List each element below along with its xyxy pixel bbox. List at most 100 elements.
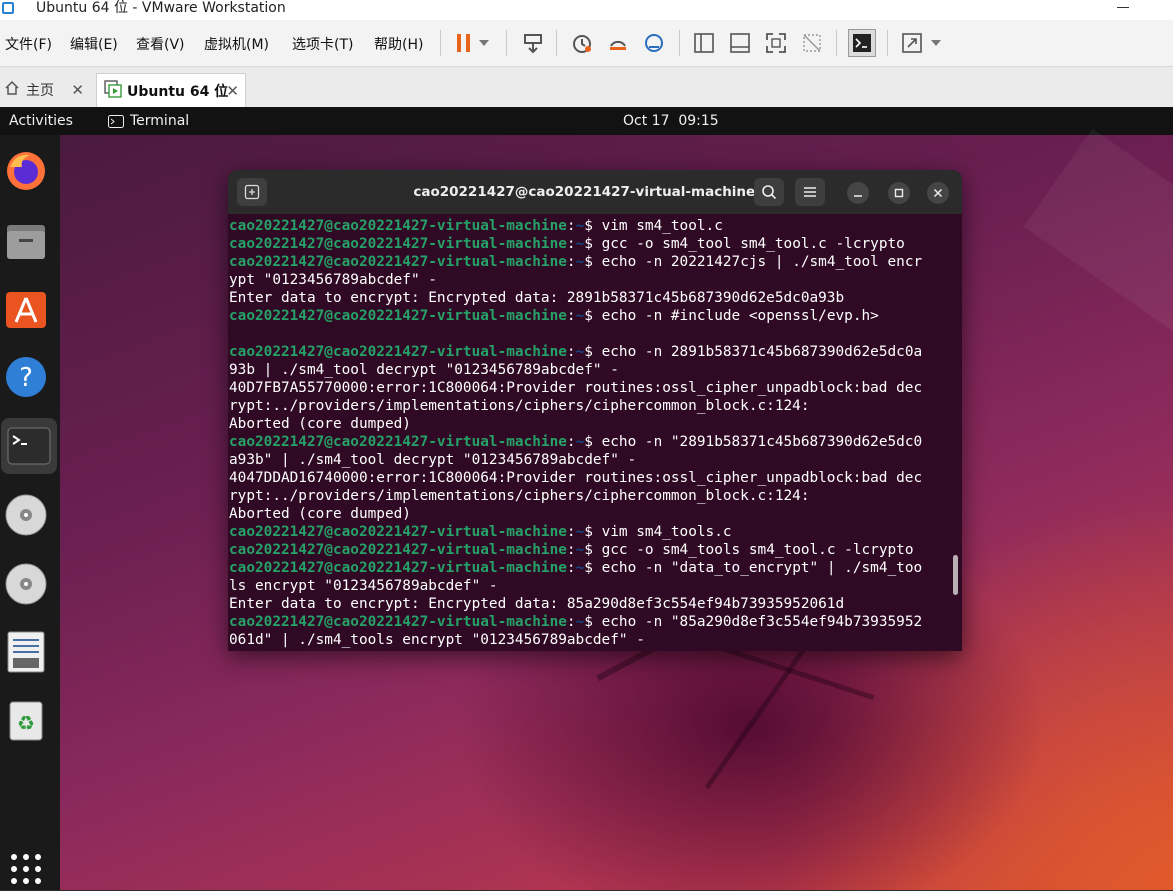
prompt-separator: : (566, 344, 576, 360)
stretch-icon[interactable] (899, 30, 925, 56)
prompt-dollar: $ (584, 434, 593, 450)
prompt-dollar: $ (584, 560, 593, 576)
terminal-prompt-line: cao20221427@cao20221427-virtual-machine:… (229, 343, 949, 361)
prompt-dollar: $ (584, 254, 593, 270)
send-keys-icon[interactable] (520, 30, 546, 56)
terminal-headerbar[interactable]: cao20221427@cao20221427-virtual-machine:… (228, 170, 962, 214)
terminal-icon[interactable] (1, 418, 57, 474)
menu-file[interactable]: 文件(F) (5, 34, 52, 54)
apps-grid-icon[interactable] (4, 847, 48, 891)
minimize-icon[interactable] (1117, 7, 1129, 8)
activities-button[interactable]: Activities (9, 113, 73, 129)
toolbar-divider (679, 30, 680, 56)
prompt-path: ~ (575, 542, 585, 558)
close-button[interactable] (927, 182, 949, 204)
terminal-prompt-line: cao20221427@cao20221427-virtual-machine:… (229, 253, 949, 271)
text-editor-icon[interactable] (4, 630, 48, 674)
prompt-separator: : (566, 308, 576, 324)
ubuntu-dock: ? ♻ (0, 135, 60, 890)
disc-icon[interactable] (4, 562, 48, 606)
minimize-icon (854, 195, 862, 197)
terminal-output[interactable]: cao20221427@cao20221427-virtual-machine:… (229, 217, 949, 649)
terminal-window[interactable]: cao20221427@cao20221427-virtual-machine:… (228, 170, 962, 651)
command-text: gcc -o sm4_tools sm4_tool.c -lcrypto (592, 542, 914, 558)
snapshot-manager-icon[interactable] (641, 30, 667, 56)
terminal-output-line: ls encrypt "0123456789abcdef" - (229, 578, 498, 594)
menu-button[interactable] (795, 178, 825, 206)
dropdown-icon[interactable] (476, 30, 492, 56)
thumbnail-icon[interactable] (727, 30, 753, 56)
terminal-output-line: a93b" | ./sm4_tool decrypt "0123456789ab… (229, 452, 637, 468)
prompt-separator: : (566, 236, 576, 252)
prompt-dollar: $ (584, 344, 593, 360)
unity-icon[interactable] (799, 30, 825, 56)
svg-text:♻: ♻ (17, 711, 35, 735)
firefox-icon[interactable] (4, 149, 48, 193)
clock[interactable]: Oct 17 09:15 (623, 113, 719, 129)
command-text: echo -n 20221427cjs | ./sm4_tool encr (592, 254, 923, 270)
prompt-user-host: cao20221427@cao20221427-virtual-machine (229, 344, 567, 360)
terminal-output-line: rypt:../providers/implementations/cipher… (229, 488, 810, 504)
prompt-dollar: $ (584, 218, 593, 234)
menu-vm[interactable]: 虚拟机(M) (204, 34, 269, 54)
dropdown-icon[interactable] (928, 30, 944, 56)
fullscreen-icon[interactable] (763, 30, 789, 56)
vmware-logo-icon (2, 2, 14, 14)
terminal-app-icon (108, 115, 124, 132)
prompt-path: ~ (575, 254, 585, 270)
prompt-dollar: $ (584, 614, 593, 630)
app-center-icon[interactable] (4, 286, 48, 330)
svg-text:?: ? (19, 363, 33, 393)
terminal-output-line: rypt:../providers/implementations/cipher… (229, 398, 810, 414)
menu-view[interactable]: 查看(V) (136, 34, 185, 54)
menu-help[interactable]: 帮助(H) (374, 34, 423, 54)
terminal-prompt-line: cao20221427@cao20221427-virtual-machine:… (229, 433, 949, 451)
command-text: echo -n 2891b58371c45b687390d62e5dc0a (592, 344, 923, 360)
prompt-dollar: $ (584, 542, 593, 558)
console-icon[interactable] (848, 29, 876, 57)
toolbar-divider (506, 30, 507, 56)
minimize-button[interactable] (847, 182, 869, 204)
search-button[interactable] (754, 178, 784, 206)
pause-icon[interactable] (451, 30, 477, 56)
close-icon (933, 188, 943, 198)
command-text: gcc -o sm4_tool sm4_tool.c -lcrypto (592, 236, 905, 252)
terminal-output-line: Aborted (core dumped) (229, 416, 411, 432)
toolbar-divider (556, 30, 557, 56)
prompt-separator: : (566, 524, 576, 540)
menu-edit[interactable]: 编辑(E) (70, 34, 118, 54)
terminal-output-line: 40D7FB7A55770000:error:1C800064:Provider… (229, 380, 923, 396)
menu-tabs[interactable]: 选项卡(T) (292, 34, 353, 54)
prompt-path: ~ (575, 236, 585, 252)
maximize-button[interactable] (888, 182, 910, 204)
prompt-separator: : (566, 434, 576, 450)
prompt-separator: : (566, 542, 576, 558)
snapshot-icon[interactable] (569, 30, 595, 56)
app-menu-label[interactable]: Terminal (130, 113, 189, 129)
trash-icon[interactable]: ♻ (4, 698, 48, 742)
terminal-scrollbar[interactable] (953, 555, 958, 595)
revert-snapshot-icon[interactable] (605, 30, 631, 56)
prompt-path: ~ (575, 560, 585, 576)
prompt-separator: : (566, 614, 576, 630)
terminal-prompt-line: cao20221427@cao20221427-virtual-machine:… (229, 307, 949, 325)
disc-icon[interactable] (4, 493, 48, 537)
prompt-path: ~ (575, 434, 585, 450)
terminal-prompt-line: cao20221427@cao20221427-virtual-machine:… (229, 613, 949, 631)
close-icon[interactable]: ✕ (226, 82, 239, 100)
terminal-output-line: 93b | ./sm4_tool decrypt "0123456789abcd… (229, 362, 619, 378)
prompt-user-host: cao20221427@cao20221427-virtual-machine (229, 524, 567, 540)
tab-ubuntu[interactable]: Ubuntu 64 位 ✕ (96, 73, 246, 107)
toolbar-divider (440, 30, 441, 56)
prompt-path: ~ (575, 614, 585, 630)
wallpaper-stroke (1023, 128, 1173, 342)
close-icon[interactable]: ✕ (71, 81, 84, 99)
prompt-dollar: $ (584, 308, 593, 324)
sidebar-icon[interactable] (691, 30, 717, 56)
files-icon[interactable] (4, 219, 48, 263)
help-icon[interactable]: ? (4, 355, 48, 399)
tab-home[interactable]: 主页 ✕ (0, 73, 90, 107)
terminal-prompt-line: cao20221427@cao20221427-virtual-machine:… (229, 217, 949, 235)
vm-icon (104, 79, 122, 102)
